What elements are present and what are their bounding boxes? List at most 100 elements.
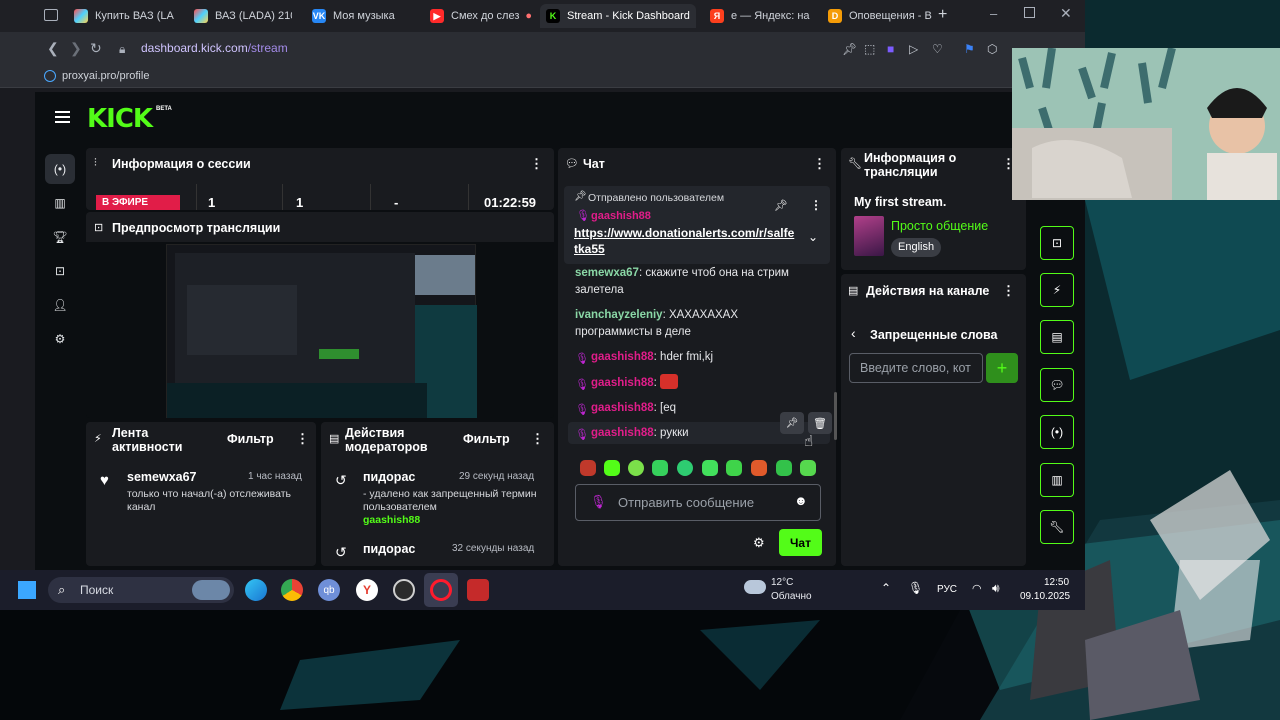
- qbittorrent-icon[interactable]: qb: [318, 579, 340, 601]
- more-icon[interactable]: ⋮: [530, 156, 543, 172]
- pin-icon[interactable]: 📌︎: [842, 42, 857, 56]
- wifi-icon[interactable]: ◠: [972, 582, 982, 595]
- trophy-icon[interactable]: 🏆︎: [45, 222, 75, 252]
- lightning-tool-icon[interactable]: ⚡︎: [1040, 273, 1074, 307]
- analytics-icon[interactable]: ▥: [45, 188, 75, 218]
- windows-start-icon[interactable]: [18, 581, 36, 599]
- bookmark-link[interactable]: proxyai.pro/profile: [62, 70, 149, 82]
- more-icon[interactable]: ⋮: [1002, 283, 1015, 299]
- pinned-user[interactable]: gaashish88: [591, 210, 651, 222]
- emote-frog-icon[interactable]: [652, 460, 668, 476]
- chevron-up-icon[interactable]: ⌃: [881, 581, 891, 595]
- stream-icon[interactable]: (•): [45, 154, 75, 184]
- chat-user[interactable]: semewxa67: [575, 267, 639, 279]
- more-icon[interactable]: ⋮: [813, 156, 826, 172]
- url-field[interactable]: dashboard.kick.com/stream: [141, 41, 288, 55]
- add-word-button[interactable]: +: [986, 353, 1018, 383]
- menu-icon[interactable]: [55, 111, 70, 123]
- opera-icon[interactable]: [430, 579, 452, 601]
- close-icon[interactable]: ✕: [1060, 5, 1072, 22]
- chat-send-button[interactable]: Чат: [779, 529, 822, 556]
- tab-7[interactable]: D Оповещения - В: [822, 4, 934, 28]
- taskbar-search[interactable]: ⌕ Поиск: [48, 577, 234, 603]
- screenshot-icon[interactable]: ⬚: [864, 42, 875, 56]
- chat-message[interactable]: 🎙︎ gaashish88: рукки: [575, 425, 689, 442]
- emote-wink-icon[interactable]: [800, 460, 816, 476]
- heart-icon[interactable]: ♡: [932, 42, 943, 56]
- play-icon[interactable]: ▷: [909, 42, 918, 56]
- chat-settings-icon[interactable]: ⚙: [753, 535, 765, 551]
- banned-word-input[interactable]: Введите слово, кот: [849, 353, 983, 383]
- tab-2[interactable]: ВАЗ (LADA) 210: [188, 4, 292, 28]
- tab-1[interactable]: Купить ВАЗ (LA: [68, 4, 176, 28]
- mod-target-user[interactable]: gaashish88: [363, 514, 420, 526]
- preview-icon[interactable]: ⊡: [45, 256, 75, 286]
- chrome-icon[interactable]: [281, 579, 303, 601]
- notes-tool-icon[interactable]: ▤: [1040, 320, 1074, 354]
- maximize-icon[interactable]: [1024, 7, 1035, 18]
- clock-date[interactable]: 09.10.2025: [1020, 591, 1070, 602]
- puzzle-icon[interactable]: ⬡: [987, 42, 997, 56]
- emote-hat-icon[interactable]: [751, 460, 767, 476]
- delete-message-button[interactable]: 🗑︎: [808, 412, 832, 434]
- wrench-tool-icon[interactable]: 🔧︎: [1040, 510, 1074, 544]
- more-icon[interactable]: ⋮: [810, 198, 822, 212]
- weather-temp[interactable]: 12°C: [771, 577, 793, 588]
- chat-user[interactable]: gaashish88: [591, 402, 654, 414]
- unpin-icon[interactable]: 📌︎: [774, 199, 788, 212]
- settings-icon[interactable]: ⚙: [45, 324, 75, 354]
- emote-smile-icon[interactable]: [702, 460, 718, 476]
- chat-user[interactable]: gaashish88: [591, 427, 654, 439]
- tab-actions-icon[interactable]: [44, 9, 58, 21]
- back-icon[interactable]: ❮: [47, 40, 59, 57]
- obs-icon[interactable]: [393, 579, 415, 601]
- emote-grin-icon[interactable]: [776, 460, 792, 476]
- tab-3[interactable]: VK Моя музыка: [306, 4, 418, 28]
- emote-cry-icon[interactable]: [677, 460, 693, 476]
- chat-user[interactable]: ivanchayzeleniy: [575, 309, 663, 321]
- weather-desc[interactable]: Облачно: [771, 591, 812, 602]
- back-chevron-icon[interactable]: ‹: [851, 325, 856, 341]
- tab-active[interactable]: K Stream - Kick Dashboard: [540, 4, 696, 28]
- pin-message-button[interactable]: 📌︎: [780, 412, 804, 434]
- emote-glasses-icon[interactable]: [628, 460, 644, 476]
- users-icon[interactable]: 👤︎: [45, 290, 75, 320]
- reload-icon[interactable]: ↻: [90, 40, 102, 57]
- minimize-icon[interactable]: –: [990, 6, 997, 21]
- yandex-browser-icon[interactable]: Y: [356, 579, 378, 601]
- emote-face-icon[interactable]: [726, 460, 742, 476]
- microphone-icon[interactable]: 🎙︎: [908, 581, 923, 595]
- pinned-link[interactable]: https://www.donationalerts.com/r/salfetk…: [574, 225, 798, 257]
- extension-icon[interactable]: ■: [887, 42, 894, 56]
- chat-user[interactable]: gaashish88: [591, 377, 654, 389]
- volume-icon[interactable]: 🔊︎: [992, 581, 1000, 596]
- chat-scrollbar[interactable]: [834, 392, 837, 440]
- chat-user[interactable]: gaashish88: [591, 351, 654, 363]
- preview-tool-icon[interactable]: ⊡: [1040, 226, 1074, 260]
- tab-4[interactable]: ▶ Смех до слез ●: [424, 4, 534, 28]
- more-icon[interactable]: ⋮: [531, 431, 544, 447]
- mod-filter-button[interactable]: Фильтр: [463, 432, 510, 446]
- broadcast-tool-icon[interactable]: (•): [1040, 415, 1074, 449]
- category-thumbnail[interactable]: [854, 216, 884, 256]
- emote-angry-icon[interactable]: [580, 460, 596, 476]
- new-tab-icon[interactable]: +: [938, 6, 947, 24]
- extension-icon[interactable]: ⚑: [964, 42, 975, 56]
- channel-tool-icon[interactable]: ▥: [1040, 463, 1074, 497]
- tab-6[interactable]: Я е — Яндекс: на: [704, 4, 814, 28]
- game-icon[interactable]: [467, 579, 489, 601]
- edge-icon[interactable]: [245, 579, 267, 601]
- forward-icon[interactable]: ❯: [70, 40, 82, 57]
- category-link[interactable]: Просто общение: [891, 219, 988, 233]
- language-indicator[interactable]: РУС: [937, 584, 957, 595]
- chat-input[interactable]: 🎙︎ Отправить сообщение ☻: [575, 484, 821, 521]
- stream-preview-video[interactable]: [166, 244, 477, 418]
- expand-icon[interactable]: ⌄: [808, 230, 818, 244]
- clock-time[interactable]: 12:50: [1044, 577, 1069, 588]
- kick-logo[interactable]: KICK: [87, 104, 153, 134]
- chat-tool-icon[interactable]: 💬︎: [1040, 368, 1074, 402]
- more-icon[interactable]: ⋮: [296, 431, 309, 447]
- activity-filter-button[interactable]: Фильтр: [227, 432, 274, 446]
- emoji-icon[interactable]: ☻: [794, 493, 808, 508]
- emote-cup-icon[interactable]: [604, 460, 620, 476]
